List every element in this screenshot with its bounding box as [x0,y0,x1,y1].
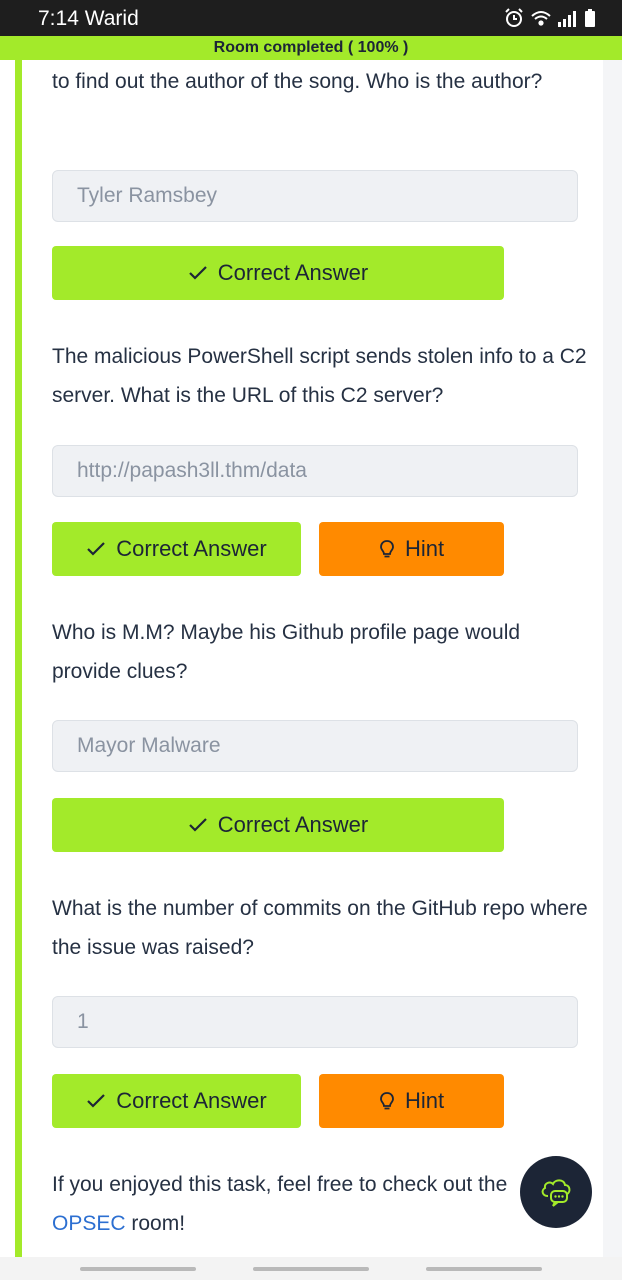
hint-label: Hint [404,1088,445,1113]
nav-back-indicator[interactable] [426,1267,542,1271]
android-nav-bar [0,1257,622,1280]
check-icon [189,266,207,280]
footer-text: If you enjoyed this task, feel free to c… [52,1165,522,1243]
answer-field[interactable]: Mayor Malware [52,720,578,772]
wifi-icon [531,11,551,26]
question-text: Who is M.M? Maybe his Github profile pag… [52,621,521,683]
correct-answer-button[interactable]: Correct Answer [52,246,504,300]
alarm-icon [505,8,523,27]
room-completed-banner: Room completed ( 100% ) [0,36,622,60]
nav-recents-indicator[interactable] [80,1267,196,1271]
correct-answer-button[interactable]: Correct Answer [52,1074,301,1128]
banner-text: Room completed ( 100% ) [213,39,409,56]
hint-label: Hint [404,536,445,561]
answer-field[interactable]: http://papash3ll.thm/data [52,445,578,497]
nav-home-indicator[interactable] [253,1267,369,1271]
correct-answer-label: Correct Answer [116,536,267,561]
footer-text-after: room! [125,1212,186,1235]
hint-button[interactable]: Hint [319,1074,504,1128]
chat-button[interactable] [520,1156,592,1228]
correct-answer-label: Correct Answer [217,260,369,285]
correct-answer-label: Correct Answer [116,1088,267,1113]
correct-answer-label: Correct Answer [217,812,369,837]
status-time-carrier: 7:14 Warid [38,7,139,30]
correct-answer-button[interactable]: Correct Answer [52,798,504,852]
signal-icon [558,11,576,27]
question-text: to find out the author of the song. Who … [52,70,543,93]
question-text: What is the number of commits on the Git… [52,897,588,959]
chat-cloud-icon [541,1179,571,1207]
hint-button[interactable]: Hint [319,522,504,576]
correct-answer-button[interactable]: Correct Answer [52,522,301,576]
check-icon [87,542,106,556]
answer-field[interactable]: 1 [52,996,578,1048]
page-right-edge [603,60,622,1257]
lightbulb-icon [380,1092,394,1110]
footer-text-before: If you enjoyed this task, feel free to c… [52,1173,508,1196]
battery-icon [585,9,595,27]
lightbulb-icon [380,540,394,558]
check-icon [189,818,207,832]
check-icon [87,1094,106,1108]
status-icons [504,8,598,28]
status-bar: 7:14 Warid [0,0,622,36]
answer-field[interactable]: Tyler Ramsbey [52,170,578,222]
question-text: The malicious PowerShell script sends st… [52,345,587,407]
task-accent-bar [15,60,22,1257]
opsec-room-link[interactable]: OPSEC [52,1212,126,1235]
